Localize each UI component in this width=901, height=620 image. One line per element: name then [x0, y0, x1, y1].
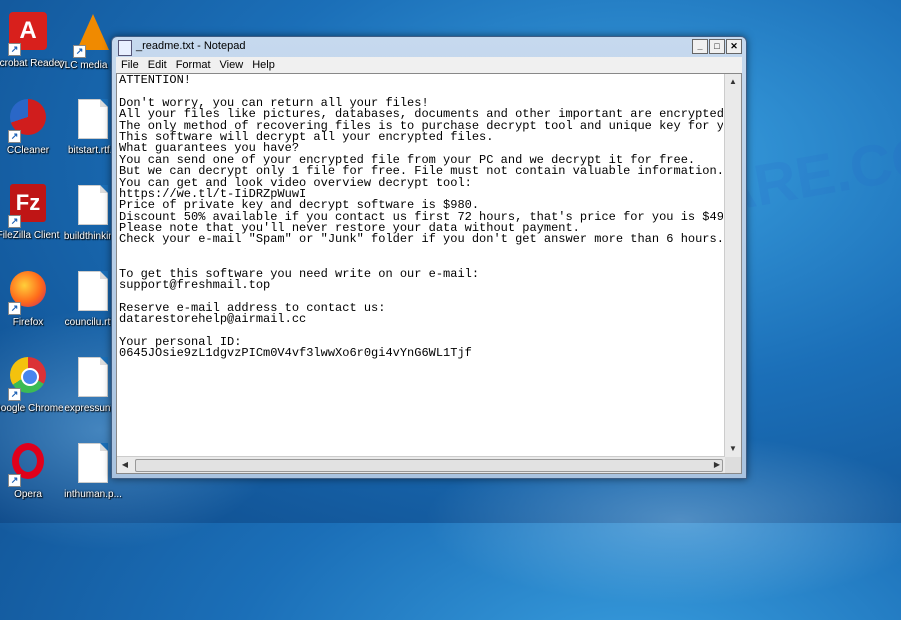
desktop-icon-firefox[interactable]: ↗ Firefox — [0, 268, 63, 328]
scroll-left-icon[interactable]: ◀ — [117, 457, 133, 473]
scroll-down-icon[interactable]: ▼ — [725, 441, 741, 457]
shortcut-arrow-icon: ↗ — [73, 45, 86, 58]
shortcut-arrow-icon: ↗ — [8, 130, 21, 143]
horizontal-scrollbar[interactable]: ◀ ▶ — [117, 456, 725, 473]
size-grip[interactable] — [725, 457, 741, 473]
firefox-icon: ↗ — [8, 271, 48, 315]
acrobat-icon: A ↗ — [8, 12, 48, 56]
opera-icon: ↗ — [8, 443, 48, 487]
menu-format[interactable]: Format — [176, 59, 211, 71]
desktop-icon-label: Acrobat Reader DC — [0, 58, 63, 69]
vlc-icon: ↗ — [73, 14, 113, 58]
desktop-icon-label: Google Chrome — [0, 403, 63, 414]
text-line: 0645JOsie9zL1dgvzPICm0V4vf3lwwXo6r0gi4vY… — [119, 346, 472, 361]
desktop-icon-opera[interactable]: ↗ Opera — [0, 440, 63, 500]
desktop-icon-label: inthuman.p... — [64, 489, 122, 500]
maximize-button[interactable]: □ — [709, 39, 725, 54]
shortcut-arrow-icon: ↗ — [8, 388, 21, 401]
desktop-icon-label: Firefox — [12, 317, 44, 328]
scroll-right-icon[interactable]: ▶ — [709, 457, 725, 473]
desktop-icon-label: FileZilla Client — [0, 230, 60, 241]
desktop-icon-label: Opera — [14, 489, 42, 500]
menu-help[interactable]: Help — [252, 59, 275, 71]
text-line: support@freshmail.top — [119, 278, 271, 293]
desktop-icon-acrobat[interactable]: A↗ Acrobat Reader DC — [0, 10, 63, 69]
text-line: Check your e-mail "Spam" or "Junk" folde… — [119, 232, 723, 247]
document-icon — [73, 99, 113, 143]
document-text[interactable]: ATTENTION! Don't worry, you can return al… — [119, 75, 723, 455]
text-line — [119, 246, 723, 257]
menu-view[interactable]: View — [220, 59, 244, 71]
scroll-up-icon[interactable]: ▲ — [725, 74, 741, 90]
vertical-scrollbar[interactable]: ▲ ▼ — [724, 74, 741, 457]
text-line: datarestorehelp@airmail.cc — [119, 312, 307, 327]
menu-file[interactable]: File — [121, 59, 139, 71]
menu-edit[interactable]: Edit — [148, 59, 167, 71]
scroll-thumb[interactable] — [135, 459, 723, 472]
desktop-icon-filezilla[interactable]: Fz ↗ FileZilla Client — [0, 182, 63, 241]
close-button[interactable]: ✕ — [726, 39, 742, 54]
text-line: ATTENTION! — [119, 75, 192, 87]
shortcut-arrow-icon: ↗ — [8, 302, 21, 315]
document-icon — [73, 443, 113, 487]
ccleaner-icon: ↗ — [8, 99, 48, 143]
document-icon — [73, 271, 113, 315]
filezilla-icon: Fz ↗ — [8, 184, 48, 228]
shortcut-arrow-icon: ↗ — [8, 215, 21, 228]
notepad-icon — [118, 40, 132, 56]
menu-bar: File Edit Format View Help — [116, 57, 742, 73]
title-bar[interactable]: _readme.txt - Notepad _ □ ✕ — [112, 37, 746, 57]
notepad-window[interactable]: _readme.txt - Notepad _ □ ✕ File Edit Fo… — [111, 36, 747, 479]
minimize-button[interactable]: _ — [692, 39, 708, 54]
desktop-icon-label: CCleaner — [6, 145, 50, 156]
chrome-icon: ↗ — [8, 357, 48, 401]
desktop-icon-ccleaner[interactable]: ↗ CCleaner — [0, 96, 63, 156]
shortcut-arrow-icon: ↗ — [8, 474, 21, 487]
text-editor[interactable]: ATTENTION! Don't worry, you can return al… — [116, 73, 742, 474]
shortcut-arrow-icon: ↗ — [8, 43, 21, 56]
document-icon — [73, 357, 113, 401]
document-icon — [73, 185, 113, 229]
desktop-icon-chrome[interactable]: ↗ Google Chrome — [0, 354, 63, 414]
window-title: _readme.txt - Notepad — [136, 40, 246, 52]
